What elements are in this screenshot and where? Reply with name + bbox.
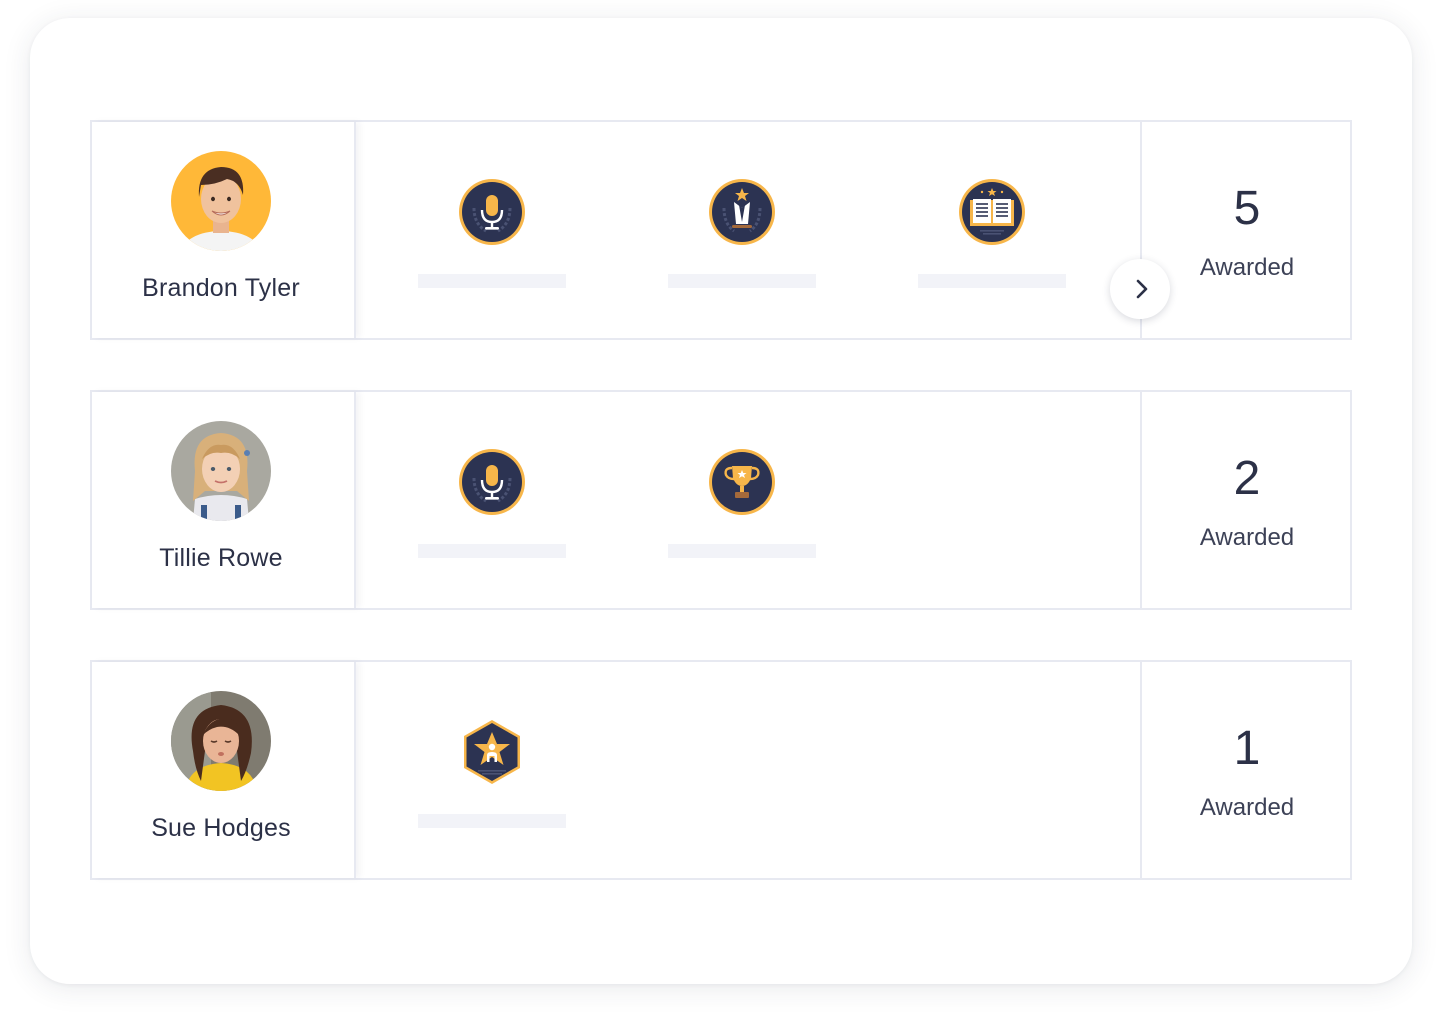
awarded-label: Awarded bbox=[1199, 524, 1295, 551]
badge-caption-placeholder bbox=[918, 274, 1066, 288]
student-row: Tillie Rowe 2 Awarded bbox=[90, 390, 1352, 610]
awarded-summary: 1 Awarded bbox=[1140, 662, 1352, 878]
badge-list bbox=[354, 392, 1140, 608]
badge-caption-placeholder bbox=[418, 814, 566, 828]
badge-caption-placeholder bbox=[668, 544, 816, 558]
open-book-badge-icon[interactable] bbox=[958, 178, 1026, 246]
student-name: Brandon Tyler bbox=[142, 274, 300, 302]
awarded-summary: 2 Awarded bbox=[1140, 392, 1352, 608]
awarded-count: 2 bbox=[1233, 452, 1261, 505]
microphone-badge-icon[interactable] bbox=[458, 178, 526, 246]
star-person-hexagon-badge-icon[interactable] bbox=[458, 718, 526, 786]
student-profile[interactable]: Sue Hodges bbox=[92, 662, 356, 878]
microphone-badge-icon[interactable] bbox=[458, 448, 526, 516]
student-row: Brandon Tyler 5 Awarded bbox=[90, 120, 1352, 340]
badge-list bbox=[354, 122, 1140, 338]
trophy-badge-icon[interactable] bbox=[708, 448, 776, 516]
student-name: Sue Hodges bbox=[151, 814, 291, 842]
tuxedo-star-badge-icon[interactable] bbox=[708, 178, 776, 246]
next-badges-button[interactable] bbox=[1110, 259, 1170, 319]
awarded-label: Awarded bbox=[1199, 794, 1295, 821]
badge-caption-placeholder bbox=[668, 274, 816, 288]
avatar bbox=[171, 691, 271, 791]
chevron-right-icon bbox=[1136, 279, 1148, 299]
student-profile[interactable]: Brandon Tyler bbox=[92, 122, 356, 338]
student-profile[interactable]: Tillie Rowe bbox=[92, 392, 356, 608]
student-row: Sue Hodges 1 Awarded bbox=[90, 660, 1352, 880]
badge-caption-placeholder bbox=[418, 274, 566, 288]
awarded-count: 5 bbox=[1233, 182, 1261, 235]
awards-card: Brandon Tyler 5 Awarded Tillie Rowe 2 Aw… bbox=[30, 18, 1412, 984]
student-name: Tillie Rowe bbox=[159, 544, 283, 572]
avatar bbox=[171, 151, 271, 251]
avatar bbox=[171, 421, 271, 521]
awarded-summary: 5 Awarded bbox=[1140, 122, 1352, 338]
awarded-label: Awarded bbox=[1199, 254, 1295, 281]
badge-caption-placeholder bbox=[418, 544, 566, 558]
badge-list bbox=[354, 662, 1140, 878]
awarded-count: 1 bbox=[1233, 722, 1261, 775]
